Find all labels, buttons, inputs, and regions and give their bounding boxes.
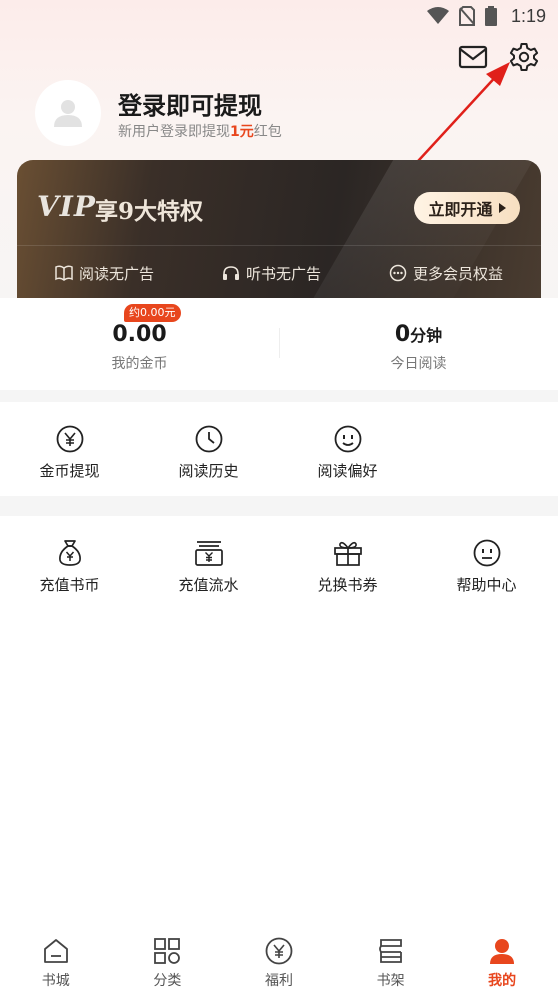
status-bar: 1:19 [0,0,558,32]
grid-label: 充值流水 [178,576,239,594]
nav-label: 福利 [264,973,293,989]
benefit-label: 阅读无广告 [78,264,154,283]
benefit-no-ads-reading[interactable]: 阅读无广告 [55,263,154,284]
grid-item-reading-history[interactable]: 阅读历史 [139,424,278,481]
smile-icon [333,424,363,454]
nav-item-welfare[interactable]: 福利 [223,926,335,992]
gift-icon [333,538,363,568]
nav-item-mine[interactable]: 我的 [446,926,558,992]
home-icon [41,936,71,966]
avatar[interactable] [35,80,101,146]
profile-icon [487,936,517,966]
bookshelf-icon [376,936,406,966]
grid-label: 阅读偏好 [317,462,378,480]
grid-label: 金币提现 [39,462,100,480]
login-subtitle-suffix: 红包 [253,124,282,140]
nav-label: 书城 [41,973,70,989]
section-gap [0,390,558,402]
bottom-nav: 书城 分类 福利 书架 我的 [0,926,558,992]
grid-item-recharge-coins[interactable]: 充值书币 [0,538,139,595]
nav-label: 分类 [153,973,182,989]
reading-label: 今日阅读 [390,356,447,372]
grid-item-recharge-history[interactable]: 充值流水 [139,538,278,595]
nav-item-bookshelf[interactable]: 书架 [335,926,447,992]
grid-label: 兑换书券 [317,576,378,594]
reading-stat[interactable]: 0分钟 今日阅读 [279,298,558,390]
coins-stat[interactable]: 约0.00元 0.00 我的金币 [0,298,279,390]
clock-icon [194,424,224,454]
grid-label: 阅读历史 [178,462,239,480]
benefit-more[interactable]: 更多会员权益 [389,263,503,284]
grid-item-reading-preference[interactable]: 阅读偏好 [278,424,417,481]
section-gap [0,496,558,516]
login-subtitle-highlight: 1元 [230,124,254,140]
headphones-icon [222,266,239,280]
tools-section-1: 金币提现 阅读历史 阅读偏好 [0,402,558,496]
money-bag-icon [55,538,85,568]
vip-logo: VIP [37,190,96,223]
benefit-label: 更多会员权益 [412,264,503,283]
vip-title: 享9大特权 [95,198,204,225]
status-time: 1:19 [510,5,546,26]
nav-label: 书架 [376,973,405,989]
vip-open-button-label: 立即开通 [428,200,493,219]
benefit-label: 听书无广告 [245,264,321,283]
book-icon [55,265,73,281]
yuan-icon [55,424,85,454]
grid-item-help-center[interactable]: 帮助中心 [417,538,556,595]
no-sim-icon [458,6,475,26]
benefit-no-ads-listening[interactable]: 听书无广告 [222,263,321,284]
login-subtitle: 新用户登录即提现1元红包 [118,121,282,141]
wallet-icon [194,538,224,568]
coin-label: 我的金币 [111,356,168,372]
user-avatar-icon [54,100,82,127]
battery-icon [484,6,497,26]
category-icon [152,936,182,966]
coin-value: 0.00 [112,322,167,347]
more-icon [389,264,407,282]
nav-label: 我的 [488,973,517,989]
coin-value-badge: 约0.00元 [124,304,181,322]
login-subtitle-prefix: 新用户登录即提现 [118,124,230,140]
grid-item-coin-withdraw[interactable]: 金币提现 [0,424,139,481]
help-face-icon [472,538,502,568]
play-triangle-icon [498,203,506,213]
reading-value-wrap: 0分钟 [279,322,558,347]
reading-value: 0 [394,322,411,347]
grid-label: 充值书币 [39,576,100,594]
grid-item-redeem-voucher[interactable]: 兑换书券 [278,538,417,595]
tools-section-2: 充值书币 充值流水 兑换书券 帮助中心 [0,516,558,616]
vip-open-button[interactable]: 立即开通 [414,192,520,224]
wifi-icon [426,7,449,25]
welfare-icon [264,936,294,966]
vip-benefits: 阅读无广告 听书无广告 更多会员权益 [17,246,541,300]
nav-item-category[interactable]: 分类 [112,926,224,992]
nav-item-bookstore[interactable]: 书城 [0,926,112,992]
vip-card[interactable]: VIP 享9大特权 立即开通 阅读无广告 听书无广告 更多会员权益 [17,160,541,300]
grid-label: 帮助中心 [456,576,517,594]
stats-panel: 约0.00元 0.00 我的金币 0分钟 今日阅读 [0,298,558,390]
login-title[interactable]: 登录即可提现 [118,86,262,121]
reading-unit: 分钟 [410,326,443,345]
